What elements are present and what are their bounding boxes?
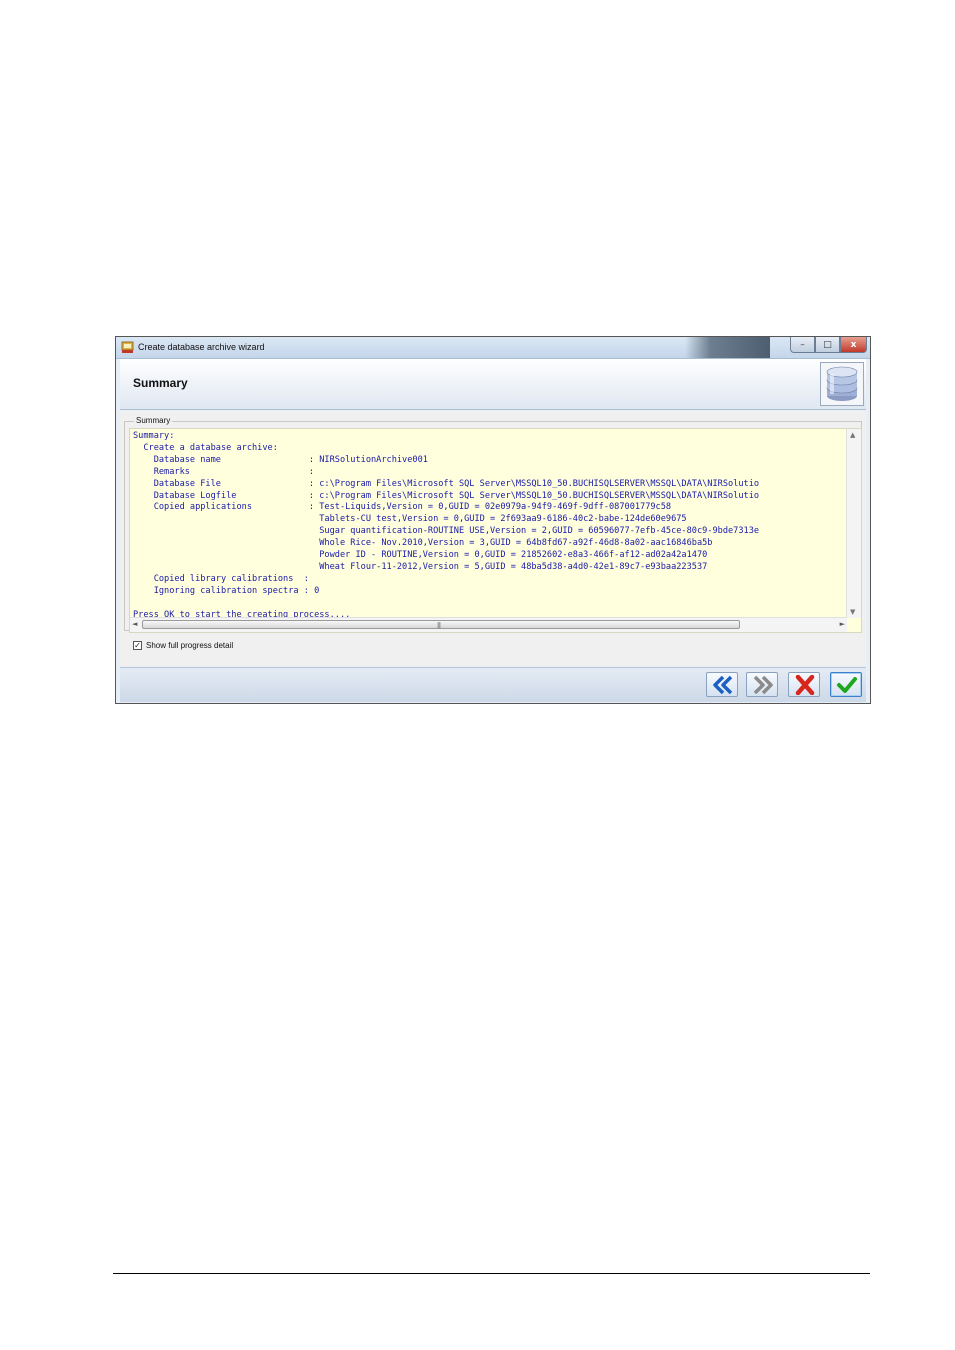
horizontal-scroll-thumb[interactable]: ||| (142, 620, 740, 629)
wizard-window: Create database archive wizard – □ x Sum… (115, 336, 871, 704)
title-bar[interactable]: Create database archive wizard – □ x (116, 337, 870, 359)
summary-line: Database Logfile : c:\Program Files\Micr… (133, 490, 760, 501)
close-icon: x (850, 339, 857, 350)
close-button[interactable]: x (840, 337, 867, 353)
scroll-grip-icon: ||| (437, 622, 441, 629)
red-x-icon (795, 675, 815, 695)
summary-line: Remarks : (133, 466, 315, 477)
maximize-icon: □ (823, 339, 832, 350)
database-icon (820, 362, 864, 406)
maximize-button[interactable]: □ (815, 337, 840, 353)
content-panel: Summary Summary: Create a database archi… (120, 411, 866, 666)
show-progress-option[interactable]: ✓ Show full progress detail (133, 641, 233, 650)
horizontal-scrollbar[interactable]: ◄ ||| ► (130, 617, 847, 632)
next-button[interactable] (746, 672, 778, 697)
summary-text: Summary: Create a database archive: Data… (133, 431, 759, 622)
summary-line: Ignoring calibration spectra : 0 (133, 585, 320, 596)
summary-line: Create a database archive: (133, 442, 278, 453)
scroll-down-icon[interactable]: ▼ (850, 608, 855, 616)
show-progress-checkbox[interactable]: ✓ (133, 641, 142, 650)
summary-line (133, 598, 759, 610)
minimize-button[interactable]: – (790, 337, 815, 353)
summary-line: Copied library calibrations : (133, 573, 309, 584)
vertical-scrollbar[interactable]: ▲ ▼ (846, 429, 861, 618)
app-icon (121, 341, 134, 353)
ok-button[interactable] (830, 672, 862, 697)
double-chevron-left-icon (713, 675, 733, 695)
scroll-right-icon[interactable]: ► (840, 620, 845, 628)
cancel-button[interactable] (788, 672, 820, 697)
summary-line: Copied applications : Test-Liquids,Versi… (133, 502, 672, 513)
summary-textbox[interactable]: Summary: Create a database archive: Data… (129, 428, 862, 633)
green-checkmark-icon (837, 677, 857, 693)
window-title: Create database archive wizard (138, 342, 265, 352)
summary-line: Summary: (133, 431, 175, 441)
button-bar (120, 667, 866, 702)
minimize-icon: – (800, 339, 805, 350)
scroll-up-icon[interactable]: ▲ (850, 431, 855, 439)
summary-line: Wheat Flour-11-2012,Version = 5,GUID = 4… (133, 561, 708, 572)
checkmark-icon: ✓ (134, 640, 141, 650)
double-chevron-right-icon (753, 675, 773, 695)
summary-line: Sugar quantification-ROUTINE USE,Version… (133, 526, 760, 537)
title-bar-glass (685, 337, 770, 358)
summary-line: Tablets-CU test,Version = 0,GUID = 2f693… (133, 514, 687, 525)
page-title: Summary (133, 376, 188, 390)
show-progress-label[interactable]: Show full progress detail (146, 641, 233, 650)
summary-line: Powder ID - ROUTINE,Version = 0,GUID = 2… (133, 550, 708, 561)
summary-line: Database File : c:\Program Files\Microso… (133, 478, 760, 489)
back-button[interactable] (706, 672, 738, 697)
header-panel: Summary (120, 359, 866, 410)
summary-line: Database name : NIRSolutionArchive001 (133, 454, 428, 465)
scroll-left-icon[interactable]: ◄ (132, 620, 137, 628)
summary-line: Whole Rice- Nov.2010,Version = 3,GUID = … (133, 538, 713, 549)
page-footer-rule (113, 1273, 870, 1274)
summary-group-legend: Summary (134, 416, 173, 425)
